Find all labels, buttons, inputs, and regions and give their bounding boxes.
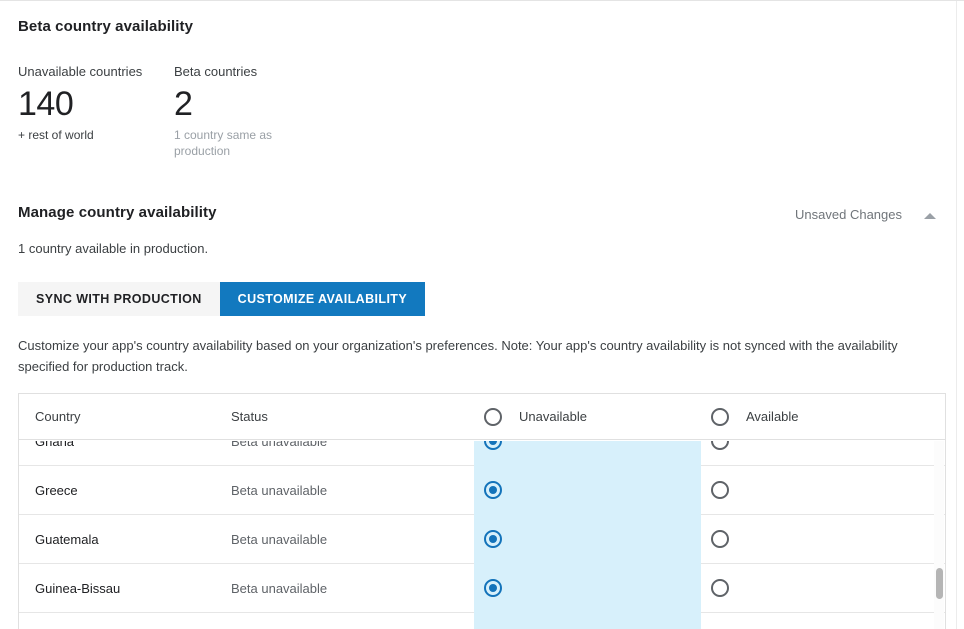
cell-unavailable[interactable]: [458, 530, 685, 548]
stats-row: Unavailable countries 140 + rest of worl…: [18, 63, 330, 159]
radio-unavailable[interactable]: [484, 530, 502, 548]
table-row[interactable]: Ghana Beta unavailable: [19, 441, 945, 466]
cell-status: Beta unavailable: [231, 580, 328, 596]
beta-country-availability-page: Beta country availability Unavailable co…: [0, 0, 964, 629]
table-header-row: Country Status Unavailable Available: [19, 394, 945, 440]
select-all-available-radio[interactable]: [711, 407, 729, 426]
radio-available[interactable]: [711, 579, 729, 597]
table-row[interactable]: Guatemala Beta unavailable: [19, 515, 945, 564]
tab-sync-with-production[interactable]: SYNC WITH PRODUCTION: [18, 282, 220, 316]
chevron-up-icon: [924, 213, 936, 219]
radio-available[interactable]: [711, 530, 729, 548]
stat-sublabel: + rest of world: [18, 128, 94, 142]
radio-unavailable-wrap[interactable]: [458, 530, 685, 548]
unsaved-changes-label: Unsaved Changes: [795, 207, 902, 222]
radio-available-wrap[interactable]: [685, 481, 931, 499]
cell-status: Beta unavailable: [231, 482, 328, 498]
stat-unavailable-countries: Unavailable countries 140 + rest of worl…: [18, 63, 174, 159]
radio-unavailable-wrap[interactable]: [458, 579, 685, 597]
cell-country: Ghana: [35, 441, 75, 449]
column-header-available-label: Available: [746, 409, 799, 424]
page-scrollbar[interactable]: [956, 1, 964, 629]
table-row[interactable]: [19, 613, 945, 629]
column-header-unavailable-label: Unavailable: [519, 409, 587, 424]
page-title: Beta country availability: [18, 18, 194, 35]
column-header-unavailable: Unavailable: [458, 407, 685, 426]
radio-available[interactable]: [711, 481, 729, 499]
column-header-status: Status: [231, 409, 268, 424]
stat-sublabel: 1 country same as production: [174, 128, 273, 158]
stat-beta-countries: Beta countries 2 1 country same as produ…: [174, 63, 330, 159]
radio-available-wrap[interactable]: [685, 441, 931, 450]
cell-unavailable[interactable]: [458, 579, 685, 597]
cell-available[interactable]: [685, 530, 931, 548]
table-row[interactable]: Greece Beta unavailable: [19, 466, 945, 515]
select-all-unavailable-wrap[interactable]: [458, 407, 502, 426]
cell-status: Beta unavailable: [231, 441, 328, 449]
table-body-viewport: Ghana Beta unavailable Greece Beta unava…: [19, 441, 945, 629]
table-body: Ghana Beta unavailable Greece Beta unava…: [19, 441, 945, 629]
radio-unavailable[interactable]: [484, 441, 502, 450]
select-all-unavailable-radio[interactable]: [484, 407, 502, 426]
table-scrollbar-thumb[interactable]: [936, 568, 943, 599]
tab-customize-availability[interactable]: CUSTOMIZE AVAILABILITY: [219, 282, 426, 316]
radio-available[interactable]: [711, 441, 729, 450]
radio-unavailable-wrap[interactable]: [458, 441, 685, 450]
table-scrollbar-track[interactable]: [934, 441, 944, 629]
cell-country: Greece: [35, 482, 78, 498]
availability-description: Customize your app's country availabilit…: [18, 338, 898, 374]
radio-unavailable-wrap[interactable]: [458, 481, 685, 499]
table-row[interactable]: Guinea-Bissau Beta unavailable: [19, 564, 945, 613]
radio-unavailable[interactable]: [484, 579, 502, 597]
stat-value: 140: [18, 85, 74, 123]
cell-country: Guinea-Bissau: [35, 580, 121, 596]
select-all-available-wrap[interactable]: [685, 407, 729, 426]
radio-available-wrap[interactable]: [685, 530, 931, 548]
stat-label: Unavailable countries: [18, 64, 143, 79]
radio-available-wrap[interactable]: [685, 579, 931, 597]
cell-country: Guatemala: [35, 531, 99, 547]
collapse-section-button[interactable]: [918, 204, 942, 228]
manage-section-title: Manage country availability: [18, 204, 217, 221]
availability-mode-tabs: SYNC WITH PRODUCTION CUSTOMIZE AVAILABIL…: [18, 282, 426, 316]
manage-section-subtitle: 1 country available in production.: [18, 241, 209, 256]
radio-unavailable[interactable]: [484, 481, 502, 499]
stat-value: 2: [174, 85, 193, 123]
cell-unavailable[interactable]: [458, 481, 685, 499]
stat-label: Beta countries: [174, 64, 258, 79]
cell-available[interactable]: [685, 441, 931, 450]
cell-unavailable[interactable]: [458, 441, 685, 450]
country-availability-table: Country Status Unavailable Available Gha…: [18, 393, 946, 629]
cell-available[interactable]: [685, 579, 931, 597]
column-header-country: Country: [35, 409, 81, 424]
cell-status: Beta unavailable: [231, 531, 328, 547]
cell-available[interactable]: [685, 481, 931, 499]
column-header-available: Available: [685, 407, 931, 426]
